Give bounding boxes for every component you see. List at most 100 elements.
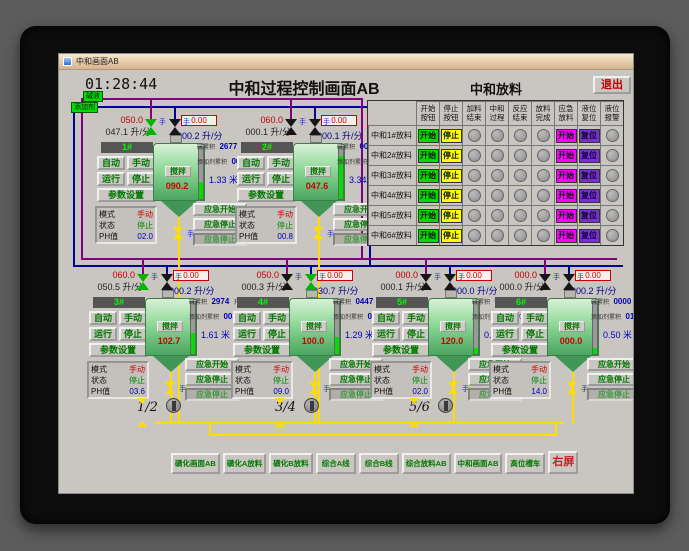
row-level-reset-button[interactable]: 复位 [578,188,600,203]
stir-button[interactable]: 搅拌 [157,321,183,332]
row-emergency-start-button[interactable]: 开始 [555,128,577,143]
run-button[interactable]: 运行 [491,327,519,341]
nav-button[interactable]: 高位槽车 [505,453,546,474]
row-level-reset-button[interactable]: 复位 [578,228,600,243]
nav-button[interactable]: 磺化画面AB [171,453,220,474]
nav-button[interactable]: 中和画面AB [453,453,503,474]
alkali-pipe [81,258,617,260]
stir-button[interactable]: 搅拌 [165,166,191,177]
manual-button[interactable]: 手动 [402,311,430,325]
neutralize-process-lamp [490,169,504,182]
stop-button[interactable]: 停止 [402,327,430,341]
stop-button[interactable]: 停止 [267,172,295,186]
manual-valve-icon: 手 [327,231,334,238]
ph-value: 02.0 [137,232,153,241]
stir-button[interactable]: 搅拌 [305,166,331,177]
ph-label: PH值 [91,387,111,396]
row-stop-button[interactable]: 停止 [440,208,462,223]
stir-button[interactable]: 搅拌 [440,321,466,332]
row-emergency-start-button[interactable]: 开始 [555,148,577,163]
pump-icon [437,398,453,413]
manual-valve-icon: 手 [175,274,182,281]
flow-actual: 000.1 升/分 [364,280,426,293]
table-row-label: 中和2#放料 [368,145,416,165]
nav-button[interactable]: 磺化B放料 [269,453,313,474]
row-start-button[interactable]: 开始 [417,228,439,243]
manual-button[interactable]: 手动 [263,311,291,325]
stir-button[interactable]: 搅拌 [559,321,585,332]
stir-button[interactable]: 搅拌 [301,321,327,332]
emergency-stop-button[interactable]: 应急停止 [587,373,633,386]
reaction-end-lamp [513,189,527,202]
row-start-button[interactable]: 开始 [417,148,439,163]
exit-button[interactable]: 退出 [593,76,631,94]
nav-button[interactable]: 磺化A放料 [222,453,267,474]
alkali-pipe [81,98,83,260]
state-value: 停止 [129,376,145,385]
param-settings-button[interactable]: 参数设置 [97,188,155,202]
row-emergency-start-button[interactable]: 开始 [555,168,577,183]
run-button[interactable]: 运行 [89,327,117,341]
param-settings-button[interactable]: 参数设置 [233,343,291,357]
reaction-end-lamp [513,169,527,182]
auto-button[interactable]: 自动 [237,156,265,170]
stop-button[interactable]: 停止 [119,327,147,341]
auto-button[interactable]: 自动 [491,311,519,325]
row-start-button[interactable]: 开始 [417,168,439,183]
reaction-end-lamp [513,129,527,142]
level-alarm-lamp [605,169,619,182]
manual-button[interactable]: 手动 [267,156,295,170]
feed-end-lamp [467,229,481,242]
auto-button[interactable]: 自动 [372,311,400,325]
row-stop-button[interactable]: 停止 [440,188,462,203]
row-start-button[interactable]: 开始 [417,208,439,223]
alkali-valve-icon [145,119,157,135]
param-settings-button[interactable]: 参数设置 [491,343,549,357]
row-stop-button[interactable]: 停止 [440,128,462,143]
stop-button[interactable]: 停止 [263,327,291,341]
discharge-done-lamp [536,209,550,222]
feed-end-lamp [467,169,481,182]
row-start-button[interactable]: 开始 [417,188,439,203]
auto-button[interactable]: 自动 [233,311,261,325]
run-button[interactable]: 运行 [233,327,261,341]
manual-button[interactable]: 手动 [119,311,147,325]
row-stop-button[interactable]: 停止 [440,148,462,163]
row-emergency-start-button[interactable]: 开始 [555,208,577,223]
stop-button[interactable]: 停止 [127,172,155,186]
row-emergency-start-button[interactable]: 开始 [555,188,577,203]
row-stop-button[interactable]: 停止 [440,168,462,183]
flow-setpoint: 050.0 [120,115,143,125]
nav-button[interactable]: 综合放料AB [401,453,451,474]
discharge-done-lamp [536,189,550,202]
row-start-button[interactable]: 开始 [417,128,439,143]
additive-total-label: 添加剂累积 [333,315,364,321]
row-level-reset-button[interactable]: 复位 [578,208,600,223]
row-level-reset-button[interactable]: 复位 [578,168,600,183]
row-emergency-start-button[interactable]: 开始 [555,228,577,243]
mode-label: 模式 [99,210,115,219]
mode-value: 手动 [137,210,153,219]
run-button[interactable]: 运行 [372,327,400,341]
row-stop-button[interactable]: 停止 [440,228,462,243]
param-settings-button[interactable]: 参数设置 [89,343,147,357]
manual-button[interactable]: 手动 [127,156,155,170]
row-level-reset-button[interactable]: 复位 [578,148,600,163]
manual-button[interactable]: 手动 [521,311,549,325]
param-settings-button[interactable]: 参数设置 [237,188,295,202]
run-button[interactable]: 运行 [237,172,265,186]
manual-valve-icon: 手 [151,274,158,281]
unit-number-label: 1# [101,142,153,153]
row-level-reset-button[interactable]: 复位 [578,128,600,143]
run-button[interactable]: 运行 [97,172,125,186]
alkali-total-value: 0000 [613,297,632,306]
state-label: 状态 [239,221,255,230]
nav-button[interactable]: 综合B线 [358,453,399,474]
nav-button[interactable]: 右屏 [548,451,579,474]
emergency-start-button[interactable]: 应急开始 [587,358,633,371]
auto-button[interactable]: 自动 [89,311,117,325]
stop-button[interactable]: 停止 [521,327,549,341]
param-settings-button[interactable]: 参数设置 [372,343,430,357]
auto-button[interactable]: 自动 [97,156,125,170]
nav-button[interactable]: 综合A线 [315,453,356,474]
